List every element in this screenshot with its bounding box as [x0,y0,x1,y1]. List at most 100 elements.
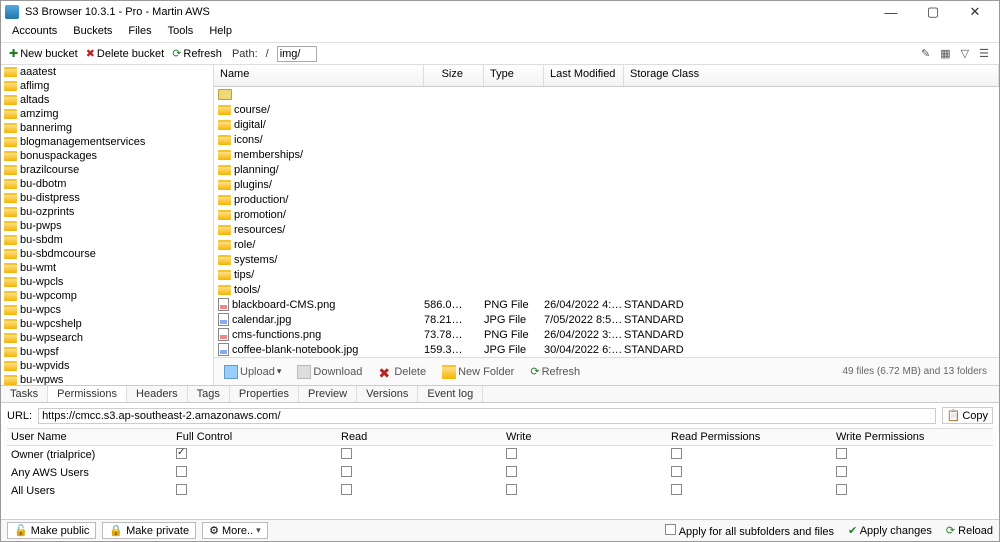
permission-checkbox[interactable] [671,484,682,495]
tab-headers[interactable]: Headers [127,386,188,402]
path-input[interactable] [277,46,317,62]
bucket-item[interactable]: bu-distpress [1,191,213,205]
make-public-button[interactable]: 🔓 Make public [7,522,96,539]
bucket-item[interactable]: blogmanagementservices [1,135,213,149]
columns-icon[interactable]: ☰ [979,47,989,60]
bucket-item[interactable]: brazilcourse [1,163,213,177]
folder-row[interactable]: promotion/ [214,207,999,222]
filter-icon[interactable]: ▽ [961,47,969,60]
up-row[interactable] [214,87,999,102]
menu-files[interactable]: Files [121,23,158,42]
tab-tasks[interactable]: Tasks [1,386,48,402]
bucket-item[interactable]: bu-sbdm [1,233,213,247]
bucket-item[interactable]: bu-wpvids [1,359,213,373]
permission-checkbox[interactable] [506,448,517,459]
bucket-item[interactable]: bu-wpsf [1,345,213,359]
bucket-item[interactable]: bu-wpcomp [1,289,213,303]
upload-button[interactable]: Upload ▾ [220,363,285,381]
tab-permissions[interactable]: Permissions [48,386,127,402]
folder-row[interactable]: production/ [214,192,999,207]
bucket-item[interactable]: bu-ozprints [1,205,213,219]
folder-row[interactable]: tips/ [214,267,999,282]
titlebar[interactable]: S3 Browser 10.3.1 - Pro - Martin AWS — ▢… [1,1,999,23]
permission-checkbox[interactable] [836,484,847,495]
bucket-item[interactable]: bu-wpcs [1,303,213,317]
grid-view-icon[interactable]: ▦ [940,47,950,60]
menu-accounts[interactable]: Accounts [5,23,64,42]
menu-buckets[interactable]: Buckets [66,23,119,42]
permission-checkbox[interactable] [341,448,352,459]
bucket-item[interactable]: aflimg [1,79,213,93]
folder-row[interactable]: systems/ [214,252,999,267]
maximize-button[interactable]: ▢ [913,2,953,22]
bucket-item[interactable]: bu-wpsearch [1,331,213,345]
folder-row[interactable]: plugins/ [214,177,999,192]
bucket-item[interactable]: bu-sbdmcourse [1,247,213,261]
bucket-item[interactable]: bu-dbotm [1,177,213,191]
col-storage[interactable]: Storage Class [624,65,999,86]
path-root[interactable]: / [266,48,269,60]
col-size[interactable]: Size [424,65,484,86]
close-button[interactable]: ✕ [955,2,995,22]
new-bucket-button[interactable]: ✚New bucket [5,47,82,60]
more-button[interactable]: ⚙ More.. ▾ [202,522,268,539]
folder-row[interactable]: memberships/ [214,147,999,162]
folder-row[interactable]: planning/ [214,162,999,177]
tab-preview[interactable]: Preview [299,386,357,402]
apply-all-checkbox[interactable]: Apply for all subfolders and files [665,524,834,538]
bucket-item[interactable]: bannerimg [1,121,213,135]
folder-row[interactable]: tools/ [214,282,999,297]
permission-checkbox[interactable] [176,484,187,495]
permission-checkbox[interactable] [836,466,847,477]
reload-button[interactable]: ⟳ Reload [946,524,993,537]
permission-checkbox[interactable] [671,466,682,477]
make-private-button[interactable]: 🔒 Make private [102,522,196,539]
col-modified[interactable]: Last Modified [544,65,624,86]
bucket-item[interactable]: bu-wpws [1,373,213,385]
permission-checkbox[interactable] [341,484,352,495]
folder-row[interactable]: resources/ [214,222,999,237]
file-row[interactable]: blackboard-CMS.png586.07 KBPNG File26/04… [214,297,999,312]
permission-checkbox[interactable] [671,448,682,459]
folder-row[interactable]: icons/ [214,132,999,147]
bucket-item[interactable]: bu-wpcshelp [1,317,213,331]
tab-event-log[interactable]: Event log [418,386,483,402]
folder-row[interactable]: role/ [214,237,999,252]
file-row[interactable]: cms-functions.png73.78 KBPNG File26/04/2… [214,327,999,342]
tab-versions[interactable]: Versions [357,386,418,402]
tab-tags[interactable]: Tags [188,386,230,402]
bucket-list[interactable]: aaatestaflimgaltadsamzimgbannerimgblogma… [1,65,214,385]
tab-properties[interactable]: Properties [230,386,299,402]
download-button[interactable]: Download [293,363,366,381]
permission-checkbox[interactable] [506,484,517,495]
apply-changes-button[interactable]: ✔ Apply changes [848,524,932,537]
edit-path-icon[interactable]: ✎ [921,47,930,60]
bucket-item[interactable]: aaatest [1,65,213,79]
bucket-item[interactable]: bonuspackages [1,149,213,163]
permission-checkbox[interactable] [341,466,352,477]
bucket-item[interactable]: altads [1,93,213,107]
col-type[interactable]: Type [484,65,544,86]
col-name[interactable]: Name [214,65,424,86]
permission-checkbox[interactable] [506,466,517,477]
new-folder-button[interactable]: New Folder [438,363,518,381]
file-refresh-button[interactable]: ⟳Refresh [526,363,584,380]
bucket-item[interactable]: bu-wmt [1,261,213,275]
permission-checkbox[interactable] [836,448,847,459]
file-row[interactable]: coffee-blank-notebook.jpg159.38 KBJPG Fi… [214,342,999,357]
refresh-button[interactable]: ⟳Refresh [168,47,226,60]
delete-button[interactable]: ✖Delete [374,363,430,381]
folder-row[interactable]: course/ [214,102,999,117]
permission-checkbox[interactable] [176,466,187,477]
bucket-item[interactable]: bu-wpcls [1,275,213,289]
bucket-item[interactable]: bu-pwps [1,219,213,233]
permission-checkbox[interactable] [176,448,187,459]
file-row[interactable]: calendar.jpg78.21 KBJPG File7/05/2022 8:… [214,312,999,327]
copy-url-button[interactable]: 📋 Copy [942,407,993,424]
bucket-item[interactable]: amzimg [1,107,213,121]
delete-bucket-button[interactable]: ✖Delete bucket [82,47,168,60]
folder-row[interactable]: digital/ [214,117,999,132]
url-input[interactable] [38,408,936,424]
file-list[interactable]: course/digital/icons/memberships/plannin… [214,87,999,357]
menu-help[interactable]: Help [202,23,239,42]
